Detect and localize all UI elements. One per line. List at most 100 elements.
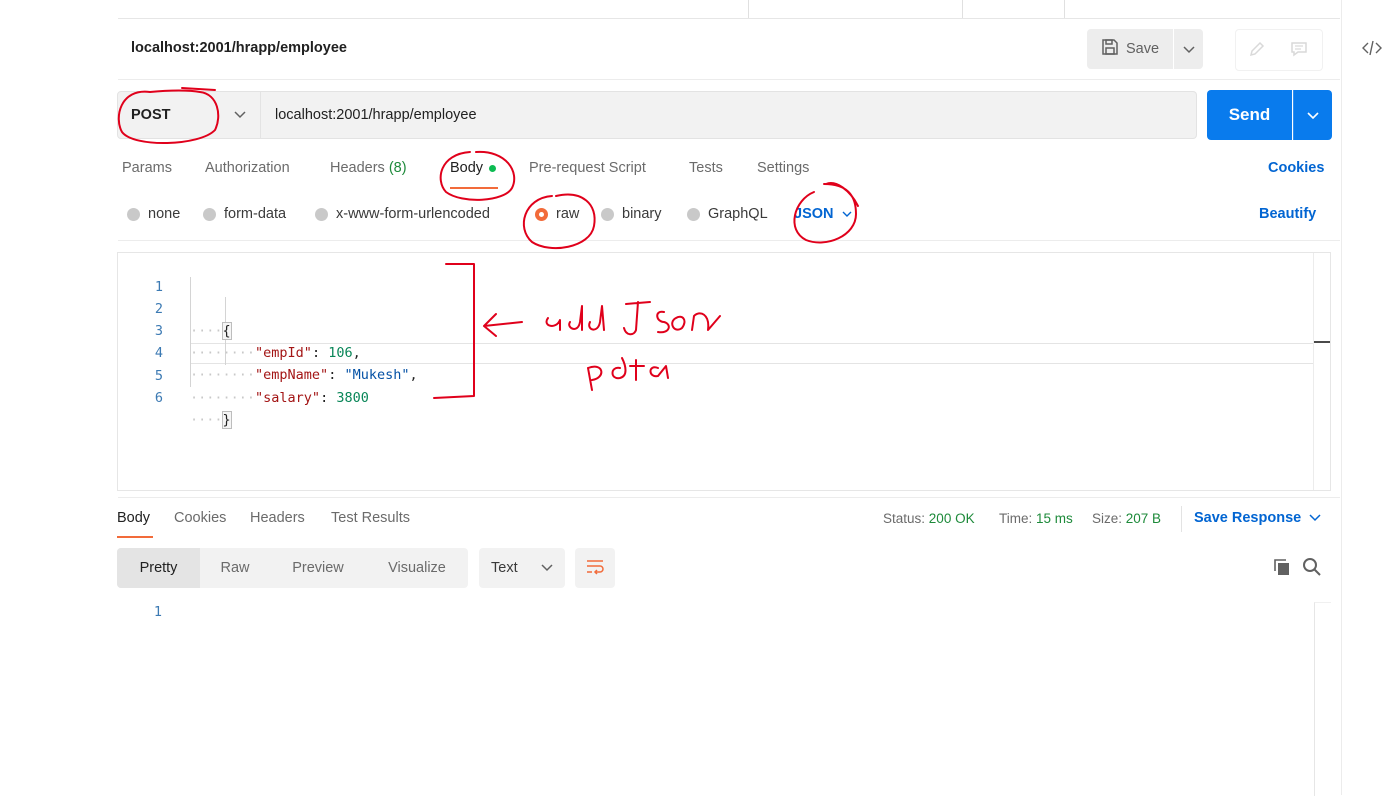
url-input[interactable]: localhost:2001/hrapp/employee bbox=[261, 91, 1197, 139]
radio-icon bbox=[687, 207, 700, 221]
body-type-label: none bbox=[148, 206, 181, 222]
time-value: 15 ms bbox=[1036, 511, 1073, 526]
body-type-binary[interactable]: binary bbox=[601, 206, 662, 222]
tab-separator bbox=[962, 0, 963, 18]
cookies-link[interactable]: Cookies bbox=[1268, 160, 1324, 176]
pencil-icon bbox=[1248, 40, 1266, 61]
json-sep: : bbox=[320, 390, 337, 406]
code-line: 6 ····} bbox=[118, 365, 1308, 429]
scrollbar-thumb[interactable] bbox=[1314, 341, 1330, 343]
response-tab-cookies[interactable]: Cookies bbox=[174, 510, 226, 526]
chevron-down-icon bbox=[541, 560, 553, 576]
divider bbox=[118, 240, 1340, 241]
body-type-form-data[interactable]: form-data bbox=[203, 206, 286, 222]
code-line: 5 ········"salary": 3800 bbox=[118, 343, 1308, 406]
body-type-label: x-www-form-urlencoded bbox=[336, 206, 490, 222]
divider bbox=[118, 497, 1340, 498]
comment-icon bbox=[1290, 40, 1308, 61]
body-type-graphql[interactable]: GraphQL bbox=[687, 206, 768, 222]
send-options-button[interactable] bbox=[1293, 90, 1332, 140]
size-indicator[interactable]: Size: 207 B bbox=[1092, 511, 1161, 526]
time-indicator[interactable]: Time: 15 ms bbox=[999, 511, 1073, 526]
radio-selected-icon bbox=[535, 207, 548, 221]
save-button[interactable]: Save bbox=[1087, 29, 1173, 69]
active-tab-underline bbox=[117, 536, 153, 538]
save-response-label: Save Response bbox=[1194, 510, 1302, 526]
response-scrollbar[interactable] bbox=[1314, 602, 1331, 796]
body-type-urlencoded[interactable]: x-www-form-urlencoded bbox=[315, 206, 490, 222]
tab-params[interactable]: Params bbox=[122, 160, 172, 176]
body-type-none[interactable]: none bbox=[127, 206, 180, 222]
search-icon bbox=[1302, 557, 1322, 580]
method-select[interactable]: POST bbox=[117, 91, 261, 139]
code-line: 2 ····{ bbox=[118, 276, 1308, 340]
chevron-down-icon bbox=[842, 206, 852, 222]
body-type-raw[interactable]: raw bbox=[535, 206, 579, 222]
status-value: 200 OK bbox=[928, 511, 975, 526]
wrap-lines-button[interactable] bbox=[575, 548, 615, 588]
tab-settings[interactable]: Settings bbox=[757, 160, 809, 176]
status-indicator[interactable]: Status: 200 OK bbox=[883, 511, 975, 526]
tab-pre-request-script[interactable]: Pre-request Script bbox=[529, 160, 646, 176]
view-preview[interactable]: Preview bbox=[270, 548, 366, 588]
tab-authorization[interactable]: Authorization bbox=[205, 160, 290, 176]
active-tab-underline bbox=[450, 187, 498, 189]
edit-button[interactable] bbox=[1236, 30, 1278, 70]
search-button[interactable] bbox=[1300, 556, 1324, 580]
body-editor[interactable]: 1 2 ····{ 3 ········"empId": 106, 4 ····… bbox=[117, 252, 1331, 491]
response-tab-headers[interactable]: Headers bbox=[250, 510, 305, 526]
body-type-label: binary bbox=[622, 206, 662, 222]
response-tab-body[interactable]: Body bbox=[117, 510, 150, 526]
chevron-down-icon bbox=[1309, 510, 1321, 526]
body-type-label: form-data bbox=[224, 206, 287, 222]
tab-body[interactable]: Body bbox=[450, 160, 497, 176]
radio-icon bbox=[315, 207, 328, 221]
code-snippet-button[interactable] bbox=[1359, 38, 1385, 60]
code-line: 3 ········"empId": 106, bbox=[118, 298, 1308, 361]
code-icon bbox=[1361, 40, 1383, 59]
json-key: "salary" bbox=[255, 390, 321, 406]
method-label: POST bbox=[131, 107, 171, 123]
chevron-down-icon bbox=[1307, 107, 1319, 123]
tab-headers[interactable]: Headers (8) bbox=[330, 160, 407, 176]
request-title[interactable]: localhost:2001/hrapp/employee bbox=[131, 40, 347, 56]
line-number: 1 bbox=[153, 604, 162, 620]
view-raw[interactable]: Raw bbox=[200, 548, 270, 588]
close-brace: } bbox=[221, 411, 232, 429]
body-format-select[interactable]: JSON bbox=[794, 206, 852, 222]
save-response-button[interactable]: Save Response bbox=[1194, 510, 1321, 526]
radio-icon bbox=[203, 207, 216, 221]
response-view-modes: Pretty Raw Preview Visualize bbox=[117, 548, 468, 588]
divider bbox=[1181, 506, 1182, 532]
edit-comment-group bbox=[1235, 29, 1323, 71]
size-label: Size: bbox=[1092, 511, 1123, 526]
copy-icon bbox=[1272, 557, 1292, 580]
response-tab-test-results[interactable]: Test Results bbox=[331, 510, 410, 526]
right-sidebar-border bbox=[1341, 0, 1342, 795]
body-indicator-dot bbox=[489, 164, 497, 172]
body-type-label: GraphQL bbox=[708, 206, 768, 222]
editor-scrollbar[interactable] bbox=[1313, 253, 1330, 490]
view-visualize[interactable]: Visualize bbox=[366, 548, 468, 588]
code-line: 4 ········"empName": "Mukesh", bbox=[118, 320, 1308, 383]
tab-separator bbox=[748, 0, 749, 18]
chevron-down-icon bbox=[1182, 41, 1195, 57]
tab-headers-label: Headers bbox=[330, 160, 385, 176]
body-format-label: JSON bbox=[794, 206, 834, 222]
save-options-button[interactable] bbox=[1174, 29, 1203, 69]
code-line: 1 bbox=[118, 254, 1308, 295]
copy-button[interactable] bbox=[1270, 556, 1294, 580]
tab-separator bbox=[1064, 0, 1065, 18]
tab-body-label: Body bbox=[450, 160, 484, 176]
response-format-label: Text bbox=[491, 560, 518, 576]
comments-button[interactable] bbox=[1278, 30, 1320, 70]
chevron-down-icon bbox=[228, 111, 252, 119]
json-value: 3800 bbox=[336, 390, 369, 406]
headers-count: (8) bbox=[388, 160, 407, 176]
view-pretty[interactable]: Pretty bbox=[117, 548, 200, 588]
tab-tests[interactable]: Tests bbox=[689, 160, 723, 176]
send-button[interactable]: Send bbox=[1207, 90, 1292, 140]
response-format-select[interactable]: Text bbox=[479, 548, 565, 588]
radio-icon bbox=[127, 207, 140, 221]
beautify-link[interactable]: Beautify bbox=[1259, 206, 1316, 222]
